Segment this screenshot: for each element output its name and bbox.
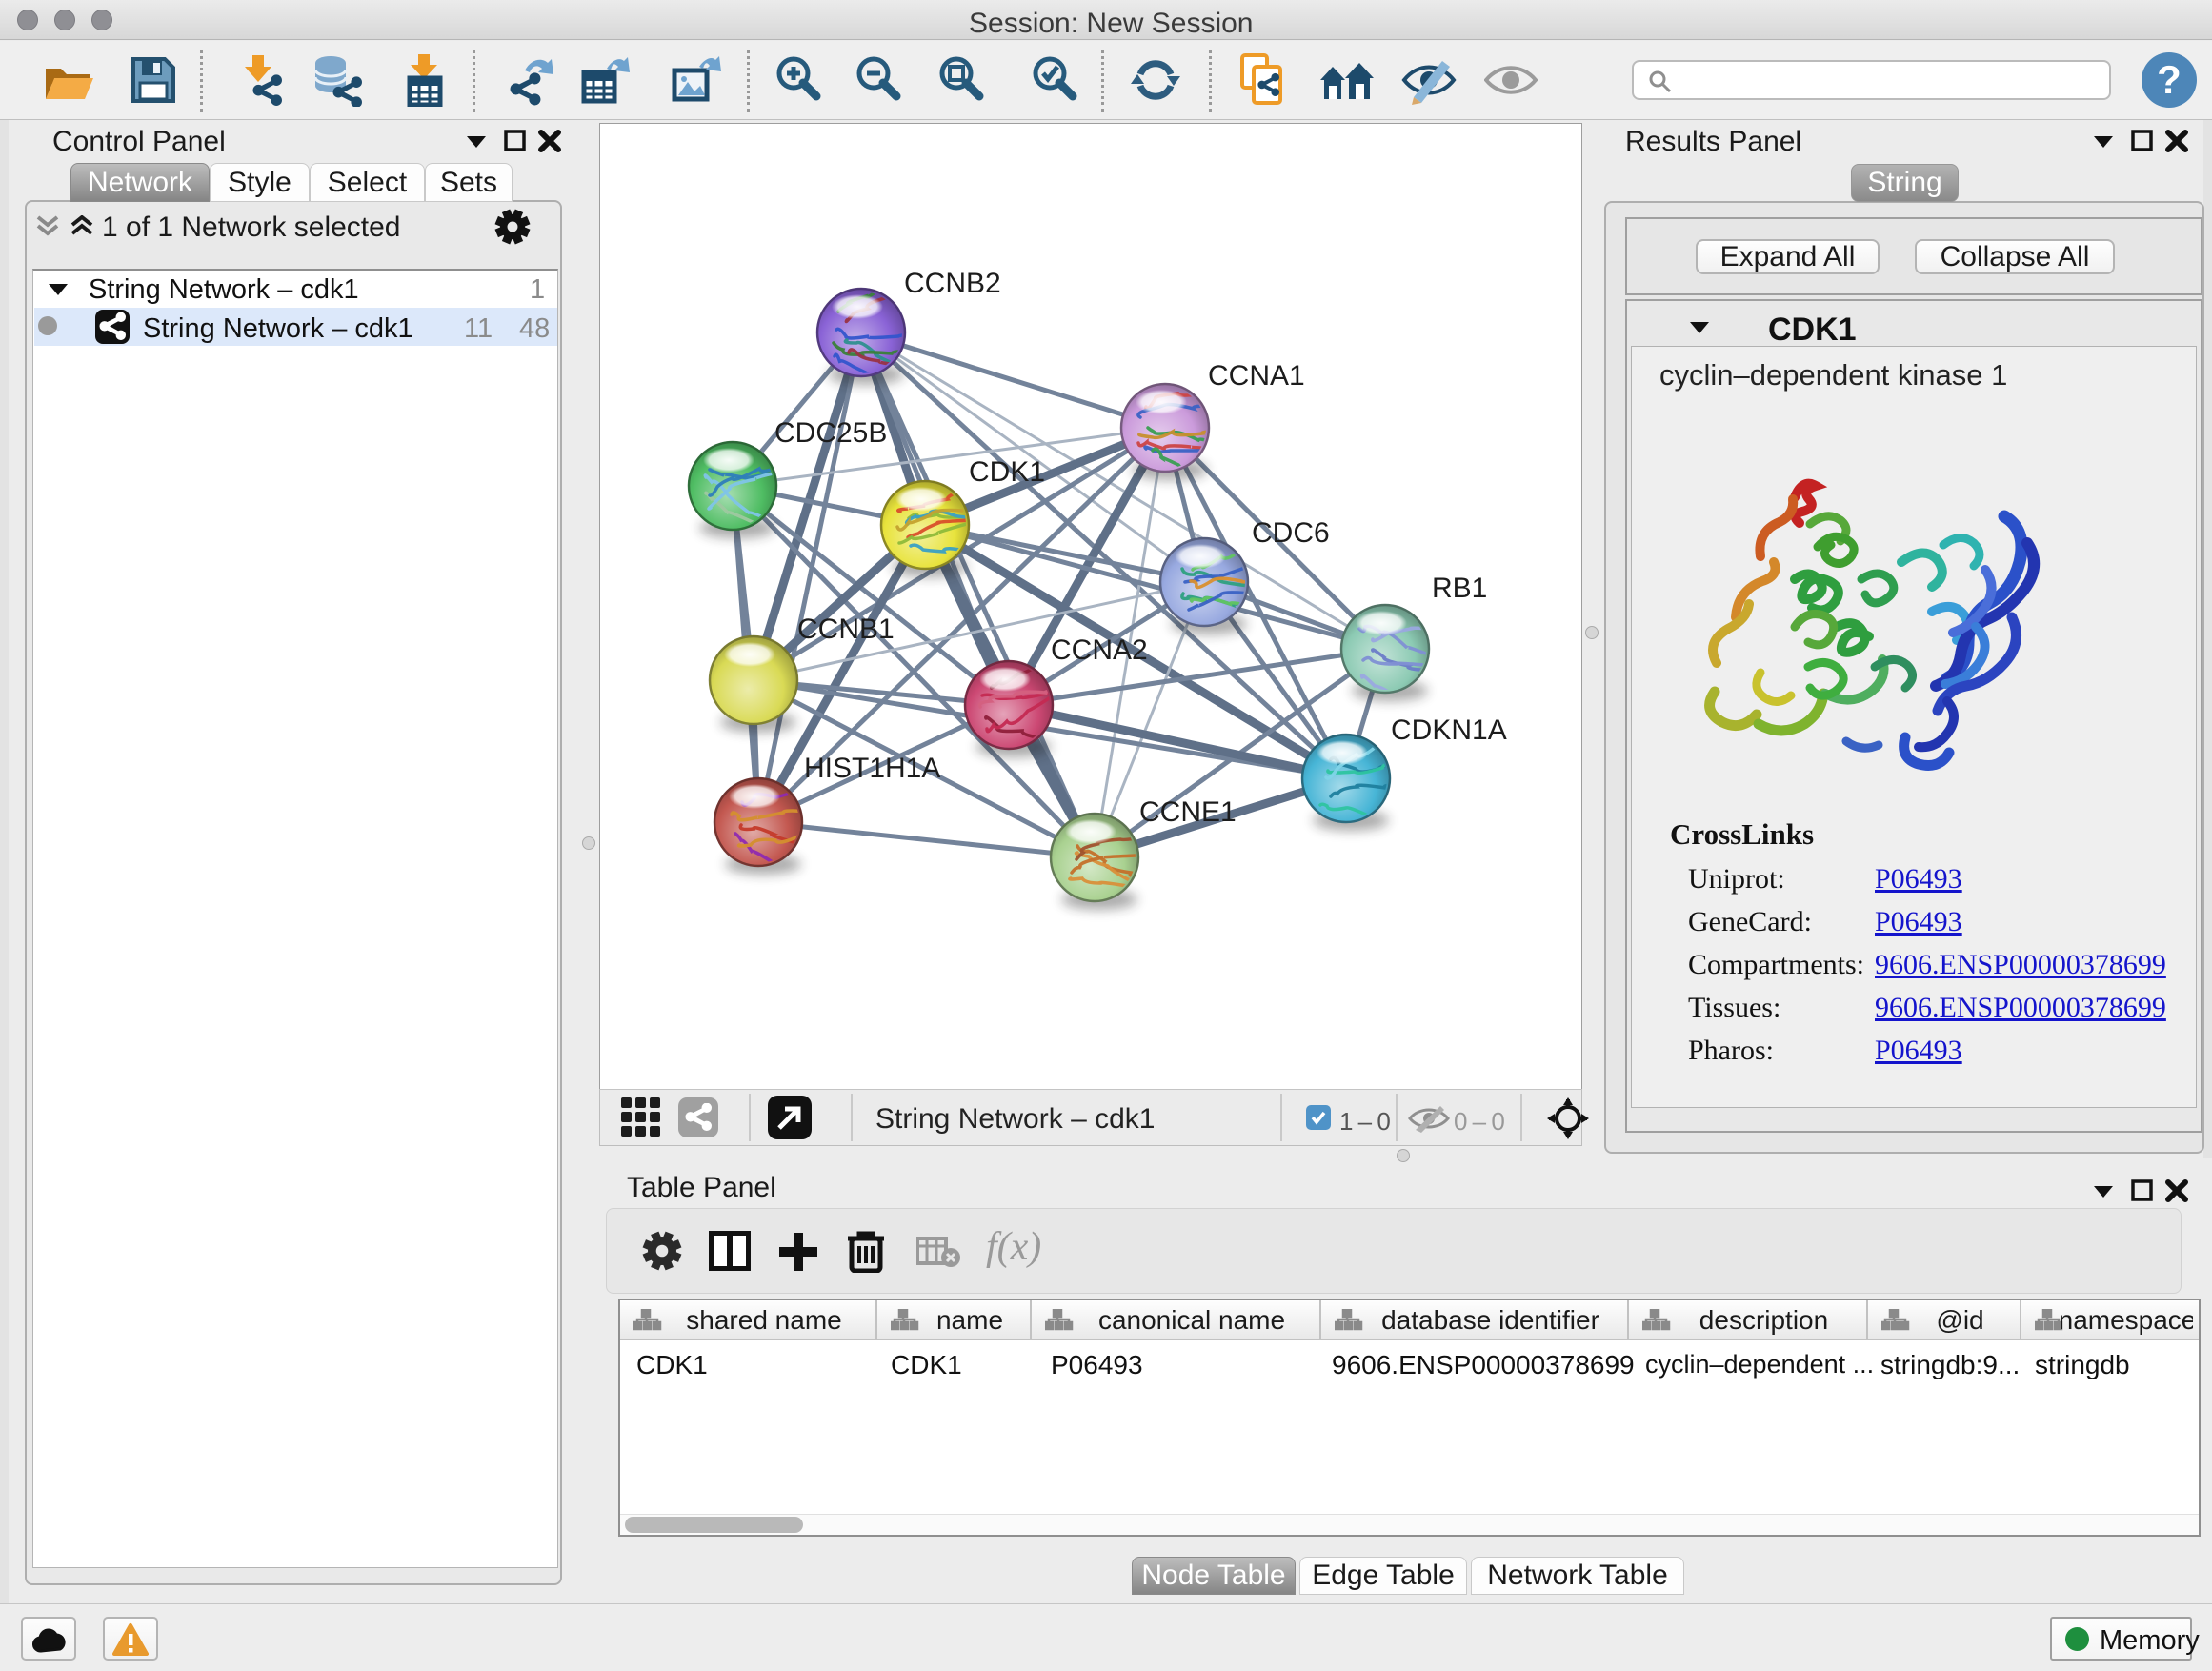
svg-text:CDC25B: CDC25B <box>774 417 887 449</box>
svg-text:CDC6: CDC6 <box>1252 517 1330 549</box>
svg-text:RB1: RB1 <box>1432 573 1487 604</box>
svg-text:CCNE1: CCNE1 <box>1139 796 1237 828</box>
svg-text:CDKN1A: CDKN1A <box>1391 715 1507 746</box>
svg-text:HIST1H1A: HIST1H1A <box>804 753 940 784</box>
svg-text:CCNA2: CCNA2 <box>1051 634 1148 666</box>
svg-text:CDK1: CDK1 <box>969 456 1045 488</box>
svg-text:CCNB2: CCNB2 <box>904 268 1001 299</box>
svg-text:CCNB1: CCNB1 <box>797 614 895 645</box>
svg-text:CCNA1: CCNA1 <box>1208 360 1305 392</box>
